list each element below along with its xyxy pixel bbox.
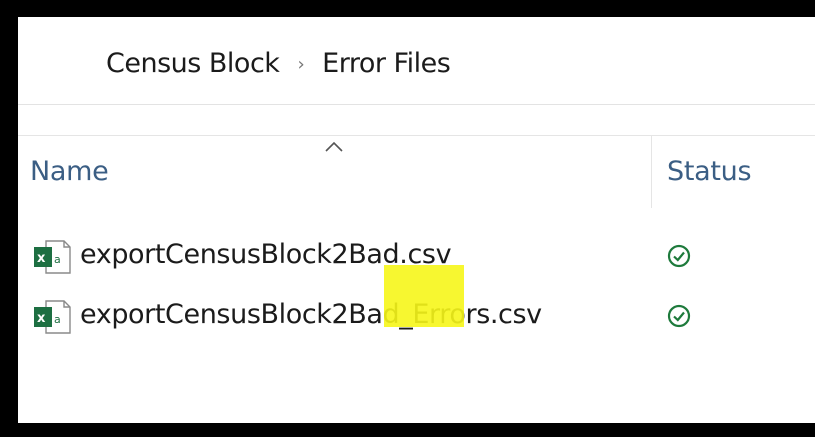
sort-ascending-icon (325, 141, 343, 152)
svg-text:x: x (37, 311, 46, 326)
breadcrumb: Census Block › Error Files (106, 45, 451, 81)
svg-text:a: a (54, 253, 61, 266)
column-divider[interactable] (651, 136, 652, 208)
column-header-name[interactable]: Name (30, 156, 109, 187)
file-explorer-window: Census Block › Error Files Name Status a… (18, 17, 815, 423)
svg-text:x: x (37, 251, 46, 266)
column-header-row: Name Status (18, 135, 815, 208)
excel-csv-file-icon: a x (34, 240, 71, 274)
synced-check-icon (667, 304, 691, 328)
highlight-annotation (384, 265, 464, 327)
breadcrumb-separator-icon[interactable]: › (297, 54, 304, 75)
file-name[interactable]: exportCensusBlock2Bad_Errors.csv (80, 299, 542, 330)
screenshot-frame: Census Block › Error Files Name Status a… (0, 0, 815, 437)
excel-csv-file-icon: a x (34, 300, 71, 334)
column-header-status[interactable]: Status (667, 156, 752, 187)
synced-check-icon (667, 244, 691, 268)
breadcrumb-item-census-block[interactable]: Census Block (106, 48, 280, 79)
svg-text:a: a (54, 313, 61, 326)
address-bar[interactable]: Census Block › Error Files (18, 17, 815, 105)
breadcrumb-item-error-files[interactable]: Error Files (322, 48, 451, 79)
